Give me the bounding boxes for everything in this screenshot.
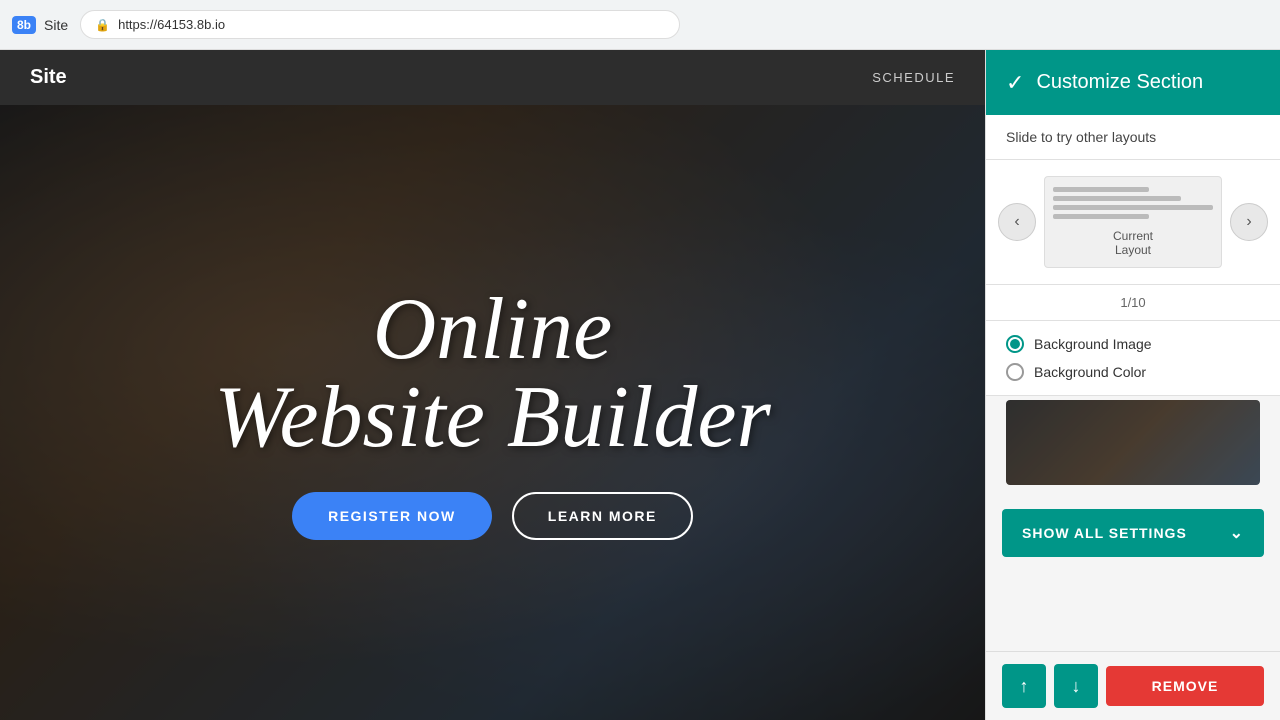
panel-title: Customize Section [1036, 71, 1203, 94]
hero-section: Online Website Builder REGISTER NOW LEAR… [0, 105, 985, 720]
preview-lines [1053, 187, 1213, 219]
site-nav-logo: Site [30, 66, 67, 89]
layout-preview: Current Layout [1044, 176, 1222, 268]
bg-image-radio[interactable] [1006, 335, 1024, 353]
nav-schedule[interactable]: SCHEDULE [872, 70, 955, 85]
register-button[interactable]: REGISTER NOW [292, 492, 492, 540]
background-options: Background Image Background Color [986, 321, 1280, 396]
preview-line-3 [1053, 205, 1213, 210]
check-icon: ✓ [1006, 70, 1024, 96]
bg-image-option[interactable]: Background Image [1006, 335, 1260, 353]
learn-more-button[interactable]: LEARN MORE [512, 492, 693, 540]
move-up-button[interactable]: ↑ [1002, 664, 1046, 708]
hero-buttons: REGISTER NOW LEARN MORE [292, 492, 693, 540]
panel-subtitle: Slide to try other layouts [986, 115, 1280, 160]
customize-panel: ✓ Customize Section Slide to try other l… [985, 50, 1280, 720]
url-text: https://64153.8b.io [118, 17, 225, 32]
remove-button[interactable]: REMOVE [1106, 666, 1264, 706]
bg-image-label: Background Image [1034, 336, 1152, 352]
panel-spacer [986, 569, 1280, 651]
site-nav-links: SCHEDULE [872, 70, 955, 85]
show-all-settings-button[interactable]: SHOW ALL SETTINGS ⌄ [1002, 509, 1264, 557]
prev-layout-button[interactable]: ‹ [998, 203, 1036, 241]
address-bar[interactable]: 🔒 https://64153.8b.io [80, 10, 680, 39]
chevron-down-icon: ⌄ [1230, 523, 1244, 543]
panel-header: ✓ Customize Section [986, 50, 1280, 115]
logo-badge: 8b [12, 16, 36, 34]
hero-content: Online Website Builder REGISTER NOW LEAR… [0, 105, 985, 720]
site-preview: Site SCHEDULE Online Website Builder REG… [0, 50, 985, 720]
site-tab-label: Site [44, 17, 68, 33]
preview-line-1 [1053, 187, 1149, 192]
layout-pagination: 1/10 [986, 285, 1280, 321]
next-layout-button[interactable]: › [1230, 203, 1268, 241]
bg-color-label: Background Color [1034, 364, 1146, 380]
main-content: Site SCHEDULE Online Website Builder REG… [0, 50, 1280, 720]
preview-line-2 [1053, 196, 1181, 201]
show-settings-label: SHOW ALL SETTINGS [1022, 525, 1187, 541]
hero-title-line2: Website Builder [214, 369, 770, 466]
background-thumbnail[interactable] [1006, 400, 1260, 485]
bg-color-option[interactable]: Background Color [1006, 363, 1260, 381]
move-down-button[interactable]: ↓ [1054, 664, 1098, 708]
bg-color-radio[interactable] [1006, 363, 1024, 381]
layout-slider: ‹ Current Layout › [986, 160, 1280, 285]
hero-title: Online Website Builder [214, 286, 770, 462]
browser-logo: 8b Site [12, 16, 68, 34]
site-nav: Site SCHEDULE [0, 50, 985, 105]
browser-bar: 8b Site 🔒 https://64153.8b.io [0, 0, 1280, 50]
panel-bottom-actions: ↑ ↓ REMOVE [986, 651, 1280, 720]
hero-title-line1: Online [373, 281, 613, 378]
lock-icon: 🔒 [95, 18, 110, 32]
preview-line-4 [1053, 214, 1149, 219]
layout-label: Current Layout [1053, 229, 1213, 257]
